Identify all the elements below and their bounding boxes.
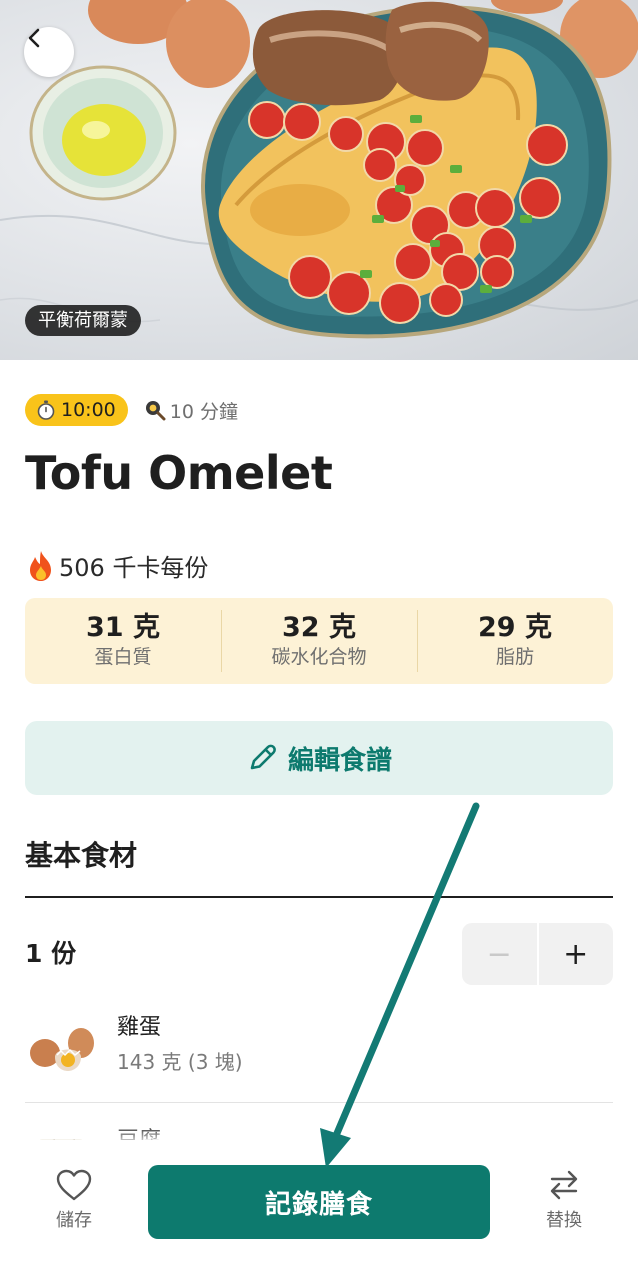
macro-value: 31 克 — [86, 612, 160, 643]
timer-value: 10:00 — [61, 399, 116, 421]
edit-recipe-button[interactable]: 編輯食譜 — [25, 721, 613, 795]
save-label: 儲存 — [56, 1210, 92, 1231]
calories-text: 506 千卡每份 — [59, 554, 209, 582]
macro-label: 蛋白質 — [94, 646, 152, 668]
diet-tag: 平衡荷爾蒙 — [25, 305, 141, 336]
recipe-hero-image: 平衡荷爾蒙 — [0, 0, 638, 360]
macro-value: 32 克 — [282, 612, 356, 643]
servings-count: 1 份 — [25, 939, 77, 968]
timer-badge[interactable]: 10:00 — [25, 394, 128, 426]
increase-servings-button[interactable]: + — [536, 923, 614, 985]
fire-icon — [30, 550, 51, 581]
section-divider — [25, 896, 613, 898]
chevron-left-icon — [28, 28, 40, 48]
macro-protein: 31 克 蛋白質 — [25, 598, 221, 684]
recipe-title: Tofu Omelet — [25, 446, 333, 500]
ingredient-item-egg[interactable]: 雞蛋 143 克 (3 塊) — [25, 1013, 613, 1085]
prep-time: 10 分鐘 — [144, 397, 238, 424]
macro-label: 脂肪 — [495, 646, 534, 668]
macro-fat: 29 克 脂肪 — [417, 598, 613, 684]
back-button[interactable] — [24, 27, 74, 77]
servings-stepper: − + — [462, 923, 613, 985]
list-divider — [25, 1102, 613, 1103]
ingredient-name: 雞蛋 — [117, 1015, 162, 1040]
log-meal-button[interactable]: 記錄膳食 — [148, 1165, 490, 1239]
prep-time-text: 10 分鐘 — [169, 400, 238, 423]
decrease-servings-button[interactable]: − — [462, 923, 537, 985]
calories-row: 506 千卡每份 — [25, 548, 208, 583]
recipe-meta-row: 10:00 10 分鐘 — [25, 394, 238, 426]
frying-pan-icon — [145, 401, 166, 421]
pencil-icon — [250, 744, 276, 770]
macro-carbs: 32 克 碳水化合物 — [221, 598, 417, 684]
stopwatch-icon — [37, 400, 55, 420]
swap-label: 替換 — [546, 1210, 582, 1231]
edit-recipe-label: 編輯食譜 — [287, 745, 392, 776]
ingredient-amount: 143 克 (3 塊) — [117, 1050, 243, 1074]
swap-button[interactable]: 替換 — [526, 1168, 602, 1232]
macro-value: 29 克 — [478, 612, 552, 643]
swap-arrows-icon — [550, 1170, 578, 1200]
heart-icon — [56, 1169, 92, 1201]
macro-label: 碳水化合物 — [271, 646, 367, 668]
ingredients-heading: 基本食材 — [25, 839, 138, 872]
egg-thumbnail — [30, 1028, 94, 1071]
macros-panel: 31 克 蛋白質 32 克 碳水化合物 29 克 脂肪 — [25, 598, 613, 684]
save-button[interactable]: 儲存 — [36, 1168, 112, 1232]
